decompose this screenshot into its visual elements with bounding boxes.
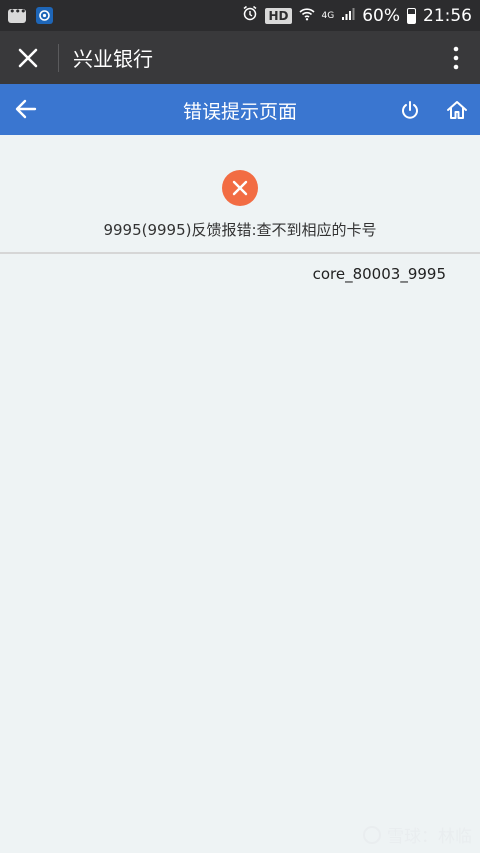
home-icon: [447, 101, 467, 119]
signal-icon: [341, 6, 355, 26]
error-icon: [222, 170, 258, 206]
status-bar: HD 4G 60% 21:56: [0, 0, 480, 31]
watermark: 雪球：林临: [363, 822, 472, 847]
more-button[interactable]: [432, 31, 480, 84]
power-icon: [402, 101, 418, 119]
close-button[interactable]: [0, 31, 56, 84]
message-notification-icon: [8, 5, 26, 23]
battery-percent: 60%: [362, 5, 400, 26]
app-bar-divider: [58, 43, 59, 72]
battery-icon: [407, 7, 416, 24]
home-button[interactable]: [443, 96, 471, 124]
divider: [0, 252, 480, 254]
more-vertical-icon: [453, 46, 459, 69]
wifi-icon: [298, 6, 315, 26]
error-message: 9995(9995)反馈报错:查不到相应的卡号: [103, 221, 377, 239]
clock: 21:56: [423, 5, 472, 26]
alarm-icon: [242, 5, 258, 26]
app-bar: 兴业银行: [0, 31, 480, 84]
error-code: core_80003_9995: [312, 265, 446, 283]
app-notification-icon: [36, 7, 53, 24]
hd-badge: HD: [265, 7, 292, 24]
network-type: 4G: [321, 10, 335, 21]
page-header: 错误提示页面: [0, 84, 480, 135]
close-icon: [18, 48, 38, 67]
app-title: 兴业银行: [73, 47, 153, 71]
snowball-logo-icon: [363, 825, 381, 844]
logout-button[interactable]: [396, 96, 424, 124]
watermark-text: 雪球：林临: [387, 827, 472, 847]
